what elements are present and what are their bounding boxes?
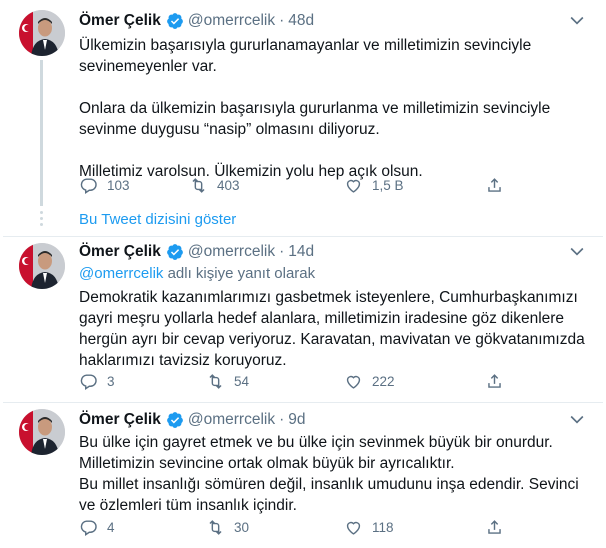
like-button[interactable]: 1,5 B	[344, 175, 404, 195]
tweet-3[interactable]: Ömer Çelik @omerrcelik · 9d Bu ülke için…	[3, 403, 603, 548]
retweet-icon	[192, 177, 205, 193]
tweet-actions: 3 54 222	[79, 371, 509, 391]
author-name[interactable]: Ömer Çelik	[79, 411, 161, 429]
chevron-down-icon[interactable]	[567, 241, 587, 261]
share-icon	[488, 177, 501, 192]
tweet-timeline: Ömer Çelik @omerrcelik · 48d Ülkemizin b…	[3, 0, 603, 548]
retweet-count: 54	[234, 373, 250, 389]
chevron-down-icon[interactable]	[567, 409, 587, 429]
retweet-icon	[209, 519, 222, 535]
chevron-down-icon[interactable]	[567, 10, 587, 30]
tweet-line: Milletimizin sevincine ortak olmak büyük…	[79, 455, 455, 472]
tweet-1[interactable]: Ömer Çelik @omerrcelik · 48d Ülkemizin b…	[3, 0, 603, 206]
avatar[interactable]	[19, 10, 65, 56]
tweet-actions: 4 30 118	[79, 517, 509, 537]
tweet-line: Demokratik kazanımlarımızı gasbetmek ist…	[79, 289, 578, 306]
reply-context: @omerrcelik adlı kişiye yanıt olarak	[79, 265, 315, 282]
retweet-icon	[209, 373, 222, 389]
reply-context-text: adlı kişiye yanıt olarak	[163, 265, 316, 282]
tweet-line: Onlara da ülkemizin başarısıyla gururlan…	[79, 100, 551, 117]
share-button[interactable]	[485, 371, 513, 391]
separator-dot: ·	[279, 12, 285, 29]
reply-count: 103	[107, 177, 130, 193]
avatar[interactable]	[19, 243, 65, 289]
author-handle[interactable]: @omerrcelik	[188, 12, 275, 30]
like-count: 118	[372, 519, 394, 535]
share-button[interactable]	[485, 517, 513, 537]
tweet-line: hergün ayrı bir cevap veriyoruz. Karavat…	[79, 331, 585, 348]
author-handle[interactable]: @omerrcelik	[188, 411, 275, 429]
tweet-line: Bu millet insanlığı sömüren değil, insan…	[79, 476, 579, 493]
tweet-line: sevinemeyenler var.	[79, 58, 217, 75]
tweet-time[interactable]: 14d	[288, 243, 314, 261]
tweet-text: Ülkemizin başarısıyla gururlanamayanlar …	[79, 35, 589, 182]
tweet-header: Ömer Çelik @omerrcelik · 9d	[79, 410, 306, 430]
author-name[interactable]: Ömer Çelik	[79, 243, 161, 261]
reply-count: 3	[107, 373, 115, 389]
author-name[interactable]: Ömer Çelik	[79, 12, 161, 30]
reply-button[interactable]: 103	[79, 175, 130, 195]
heart-icon	[346, 375, 361, 389]
retweet-count: 30	[234, 519, 250, 535]
reply-mention-link[interactable]: @omerrcelik	[79, 265, 163, 282]
retweet-button[interactable]: 54	[206, 371, 249, 391]
separator-dot: ·	[279, 243, 285, 260]
like-count: 1,5 B	[372, 177, 404, 193]
thread-more-dots	[40, 211, 43, 229]
tweet-time[interactable]: 48d	[288, 12, 314, 30]
tweet-line: gayri meşru yollarla hedef alanlara, mil…	[79, 310, 565, 327]
heart-icon	[346, 521, 361, 535]
tweet-line	[79, 140, 589, 161]
tweet-actions: 103 403 1,5 B	[79, 175, 509, 195]
tweet-line	[79, 77, 589, 98]
share-icon	[488, 519, 501, 534]
tweet-header: Ömer Çelik @omerrcelik · 14d	[79, 242, 314, 262]
heart-icon	[346, 179, 361, 193]
tweet-header: Ömer Çelik @omerrcelik · 48d	[79, 11, 314, 31]
tweet-2[interactable]: Ömer Çelik @omerrcelik · 14d @omerrcelik…	[3, 237, 603, 403]
separator-dot: ·	[279, 411, 285, 428]
like-button[interactable]: 118	[344, 517, 394, 537]
show-thread-link[interactable]: Bu Tweet dizisini göster	[79, 211, 236, 228]
retweet-count: 403	[217, 177, 240, 193]
reply-icon	[80, 519, 97, 536]
tweet-line: haklarımızı tavizsiz koruyoruz.	[79, 352, 287, 369]
tweet-text: Bu ülke için gayret etmek ve bu ülke içi…	[79, 432, 589, 516]
reply-button[interactable]: 4	[79, 517, 115, 537]
reply-button[interactable]: 3	[79, 371, 115, 391]
tweet-text: Demokratik kazanımlarımızı gasbetmek ist…	[79, 287, 589, 371]
tweet-time[interactable]: 9d	[288, 411, 305, 429]
tweet-line: sevinme duygusu “nasip” olmasını diliyor…	[79, 121, 380, 138]
like-count: 222	[372, 373, 395, 389]
verified-badge-icon	[166, 13, 183, 29]
retweet-button[interactable]: 403	[189, 175, 240, 195]
tweet-line: ve özlemleri tüm insanlık içindir.	[79, 497, 297, 514]
tweet-line: Bu ülke için gayret etmek ve bu ülke içi…	[79, 434, 553, 451]
verified-badge-icon	[166, 244, 183, 260]
author-handle[interactable]: @omerrcelik	[188, 243, 275, 261]
reply-count: 4	[107, 519, 115, 535]
reply-icon	[80, 177, 97, 194]
share-icon	[488, 373, 501, 388]
share-button[interactable]	[485, 175, 513, 195]
tweet-line: Ülkemizin başarısıyla gururlanamayanlar …	[79, 37, 532, 54]
retweet-button[interactable]: 30	[206, 517, 249, 537]
verified-badge-icon	[166, 412, 183, 428]
like-button[interactable]: 222	[344, 371, 395, 391]
reply-icon	[80, 373, 97, 390]
avatar[interactable]	[19, 409, 65, 455]
